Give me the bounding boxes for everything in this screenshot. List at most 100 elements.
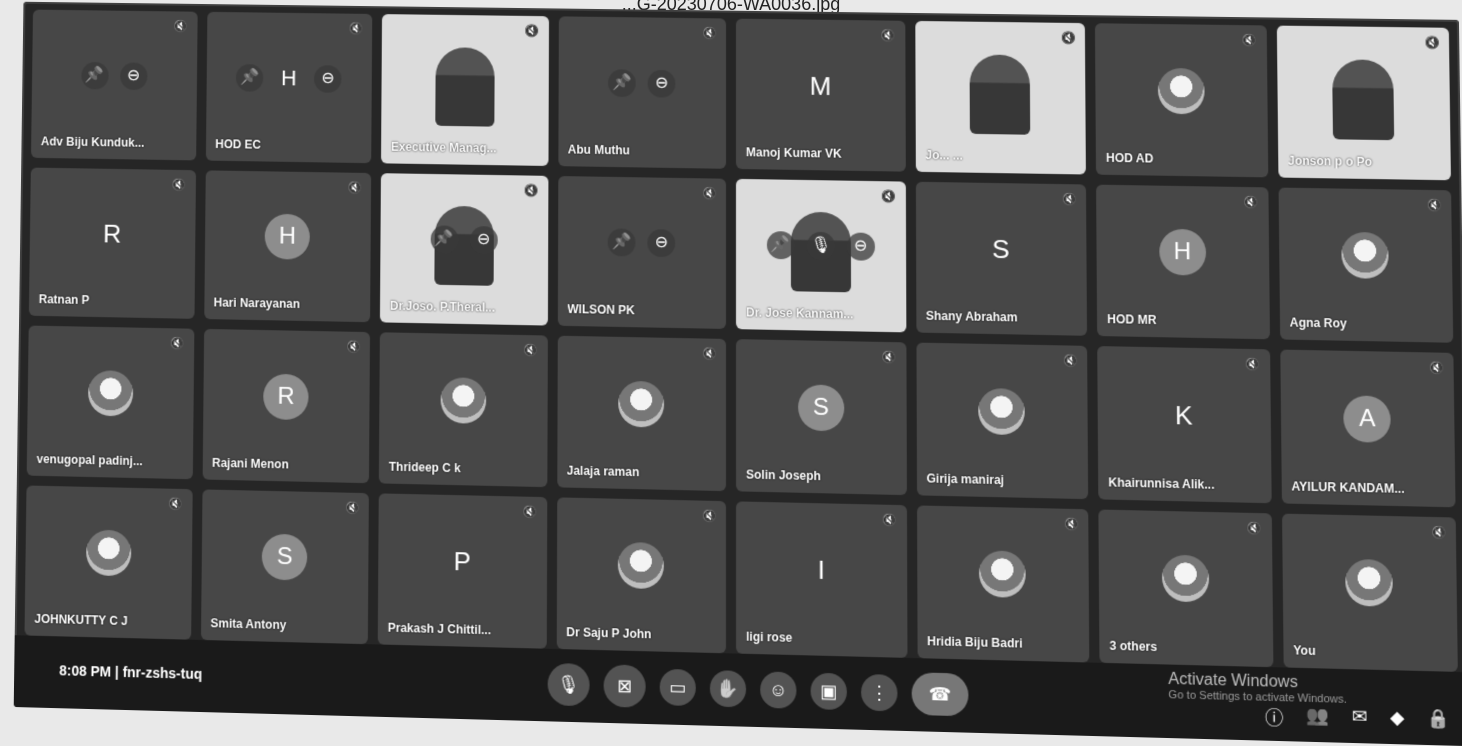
lock-icon: 🔒 — [1426, 708, 1451, 730]
avatar — [978, 387, 1026, 435]
meeting-code: fnr-zshs-tuq — [122, 663, 203, 683]
pin-button[interactable]: 📌 — [607, 228, 636, 257]
participant-tile[interactable]: 🔇 3 others — [1098, 508, 1273, 668]
participant-tile[interactable]: 🔇 You — [1281, 513, 1458, 672]
remove-icon: ⊖ — [655, 74, 669, 92]
remove-participant-button[interactable]: ⊖ — [846, 232, 875, 261]
mic-off-icon: 🔇 — [880, 28, 896, 43]
participant-tile[interactable]: 🔇 venugopal padinj... — [26, 325, 194, 479]
participant-tile[interactable]: 🔇 Girija maniraj — [915, 342, 1089, 499]
remove-participant-button[interactable]: ⊖ — [469, 226, 498, 255]
present-button[interactable]: ▣ — [810, 672, 847, 711]
participant-tile[interactable]: 🔇 Thrideep C k — [378, 332, 548, 487]
participant-tile[interactable]: P 🔇 Prakash J Chittil... — [377, 492, 547, 649]
participant-tile[interactable]: 📌 ⊖ 🔇 Adv Biju Kunduk... — [31, 9, 198, 160]
participant-tile[interactable]: 🔇 HOD AD — [1094, 23, 1268, 177]
chat-icon: ✉ — [1351, 706, 1368, 727]
info-button[interactable]: ⓘ — [1265, 704, 1284, 731]
mic-off-icon: 🔇 — [701, 508, 717, 523]
tile-hover-controls: 📌 🎙 ⊖ — [766, 231, 875, 261]
pin-button[interactable]: 📌 — [236, 63, 264, 92]
participant-tile[interactable]: 📌 ⊖ 🔇 WILSON PK — [557, 175, 727, 329]
participant-tile[interactable]: A 🔇 AYILUR KANDAM... — [1279, 349, 1456, 507]
participant-name: 3 others — [1109, 638, 1158, 655]
participant-name: Adv Biju Kunduk... — [40, 134, 145, 150]
avatar — [618, 380, 665, 428]
pin-icon: 📌 — [85, 66, 105, 84]
participant-tile[interactable]: 🔇 JOHNKUTTY C J — [24, 484, 193, 640]
host-controls-button[interactable]: 🔒 — [1427, 708, 1451, 735]
participant-tile[interactable]: 📌 🎙 ⊖ 🔇 Dr. Jose Kannam... — [735, 178, 906, 333]
pin-icon: 📌 — [240, 68, 260, 86]
pin-button[interactable]: 📌 — [81, 61, 109, 90]
participant-tile[interactable]: R 🔇 Ratnan P — [28, 167, 196, 319]
participant-tile[interactable]: K 🔇 Khairunnisa Alik... — [1097, 346, 1272, 503]
remove-participant-button[interactable]: ⊖ — [314, 64, 342, 93]
participant-tile[interactable]: 🔇 Agna Roy — [1278, 187, 1454, 343]
meeting-info: 8:08 PM | fnr-zshs-tuq — [59, 662, 202, 682]
mic-icon: 🎙 — [810, 236, 831, 255]
mute-participant-button[interactable]: 🎙 — [806, 231, 835, 261]
participant-tile[interactable]: 🔇 Hridia Biju Badri — [916, 504, 1090, 663]
pin-button[interactable]: 📌 — [608, 68, 637, 97]
participant-video — [435, 46, 495, 127]
participant-tile[interactable]: M 🔇 Manoj Kumar VK — [735, 18, 906, 172]
remove-icon: ⊖ — [654, 234, 669, 252]
participant-video — [1332, 58, 1395, 140]
participant-tile[interactable]: S 🔇 Smita Antony — [200, 488, 369, 645]
mic-off-icon: 🔇 — [523, 343, 539, 358]
call-controls: 🎙 ⊠ ▭ ✋ ☺ ▣ ⋮ ☎ — [547, 662, 969, 717]
leave-call-button[interactable]: ☎ — [911, 672, 969, 717]
participant-tile[interactable]: S 🔇 Solin Joseph — [735, 339, 907, 495]
people-button[interactable]: 👥 — [1306, 705, 1329, 732]
participant-name: Jo... ... — [925, 147, 963, 163]
avatar: R — [102, 218, 122, 249]
participant-name: Solin Joseph — [746, 466, 821, 483]
avatar — [440, 376, 487, 424]
participant-tile[interactable]: 🔇 Jo... ... — [914, 20, 1086, 174]
remove-participant-button[interactable]: ⊖ — [119, 62, 148, 90]
raise-hand-button[interactable]: ✋ — [709, 670, 747, 708]
participant-tile[interactable]: S 🔇 Shany Abraham — [915, 181, 1088, 336]
camera-toggle-button[interactable]: ⊠ — [603, 664, 646, 708]
mic-off-icon: 🔇 — [347, 180, 363, 195]
participant-tile[interactable]: 📌 ⊖ 🔇 Abu Muthu — [557, 16, 727, 169]
participant-tile[interactable]: H 🔇 HOD MR — [1096, 184, 1270, 340]
mic-off-icon: 🔇 — [170, 336, 185, 351]
participant-tile[interactable]: I 🔇 ligi rose — [736, 500, 907, 658]
mic-toggle-button[interactable]: 🎙 — [547, 662, 590, 707]
participant-tile[interactable]: 📌 ⊖ 🔇 Dr.Joso. P.Theral... — [379, 172, 548, 326]
participant-name: venugopal padinj... — [36, 451, 143, 468]
participant-tile[interactable]: 🔇 Executive Manag... — [381, 14, 549, 166]
participant-name: Hari Narayanan — [213, 295, 301, 311]
pin-button[interactable]: 📌 — [766, 231, 795, 260]
chat-button[interactable]: ✉ — [1352, 706, 1368, 733]
avatar: S — [261, 533, 308, 581]
participant-tile[interactable]: R 🔇 Rajani Menon — [202, 328, 371, 483]
remove-participant-button[interactable]: ⊖ — [647, 69, 676, 98]
reactions-button[interactable]: ☺ — [760, 671, 797, 709]
pin-icon: 📌 — [611, 233, 632, 251]
avatar — [1341, 231, 1390, 280]
mic-off-icon: 🔇 — [702, 26, 718, 41]
avatar — [87, 369, 134, 417]
remove-participant-button[interactable]: ⊖ — [647, 229, 676, 258]
more-options-button[interactable]: ⋮ — [861, 673, 898, 712]
participant-tile[interactable]: 🔇 Jalaja raman — [556, 335, 727, 491]
mic-off-icon: 🔇 — [1428, 360, 1445, 376]
participant-name: Agna Roy — [1289, 315, 1348, 331]
participant-tile[interactable]: H 🔇 Hari Narayanan — [203, 169, 372, 323]
mic-off-icon: 🔇 — [348, 21, 364, 36]
captions-button[interactable]: ▭ — [659, 668, 696, 707]
participant-tile[interactable]: 🔇 Dr Saju P John — [556, 496, 726, 654]
mic-off-icon: 🎙 — [557, 674, 581, 695]
pin-button[interactable]: 📌 — [430, 225, 459, 254]
emoji-icon: ☺ — [769, 679, 788, 701]
avatar: H — [264, 213, 311, 260]
windows-activation-watermark: Activate Windows Go to Settings to activ… — [1168, 671, 1347, 706]
activities-button[interactable]: ◆ — [1390, 707, 1405, 734]
meeting-time: 8:08 PM — [59, 662, 112, 680]
participant-name: You — [1293, 643, 1316, 659]
participant-tile[interactable]: 📌 H ⊖ 🔇 HOD EC — [205, 11, 373, 163]
participant-tile[interactable]: 🔇 Jonson p o Po — [1276, 25, 1451, 180]
